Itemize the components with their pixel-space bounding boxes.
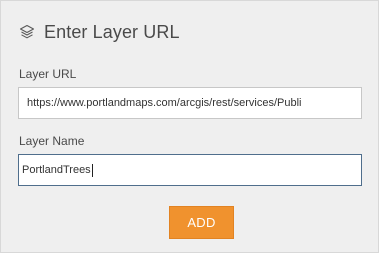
add-button[interactable]: ADD [169, 206, 234, 239]
layer-url-label: Layer URL [19, 67, 77, 81]
layer-name-label: Layer Name [19, 134, 85, 148]
layer-url-value: https://www.portlandmaps.com/arcgis/rest… [27, 97, 302, 109]
text-cursor [91, 163, 93, 177]
layer-name-value: PortlandTrees [22, 164, 91, 176]
enter-layer-url-panel: Enter Layer URL Layer URL https://www.po… [0, 0, 379, 253]
layers-icon [19, 24, 35, 40]
layer-name-input[interactable]: PortlandTrees [18, 154, 362, 186]
layer-url-input[interactable]: https://www.portlandmaps.com/arcgis/rest… [18, 87, 362, 119]
panel-header: Enter Layer URL [19, 19, 180, 45]
panel-title: Enter Layer URL [44, 21, 180, 42]
